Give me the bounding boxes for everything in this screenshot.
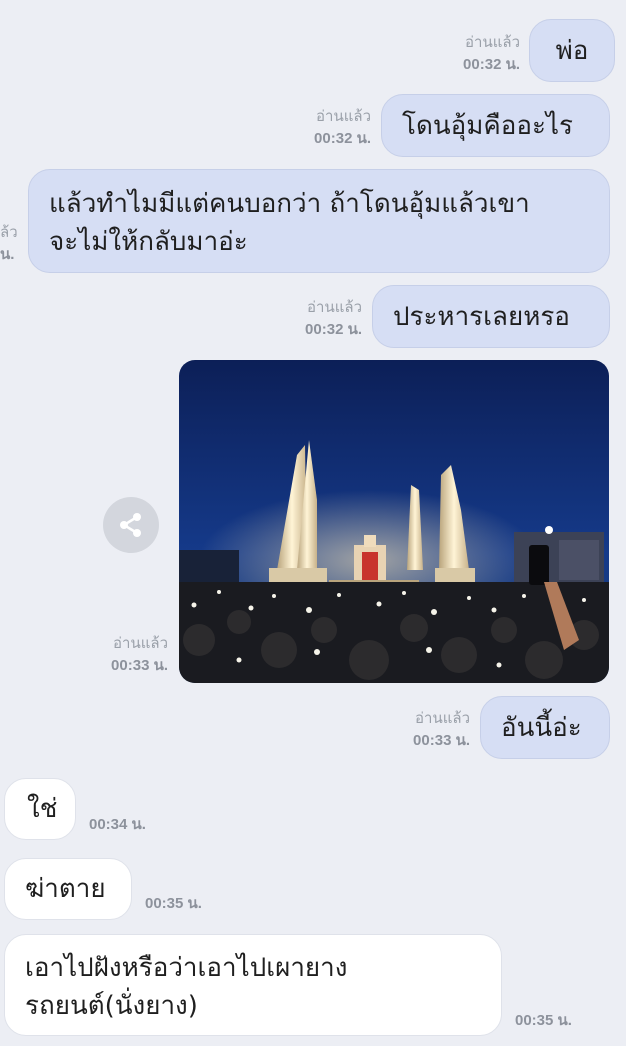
read-receipt: อ่านแล้ว [415,710,470,727]
message-text-line: รถยนต์(นั่งยาง) [25,991,198,1021]
outgoing-message-bubble[interactable]: โดนอุ้มคืออะไร [381,94,610,157]
message-text: อันนี้อ่ะ [501,713,582,743]
message-time: 00:35 น. [145,895,202,912]
message-time: 00:35 น. [515,1012,572,1029]
message-text: ประหารเลยหรอ [393,302,570,332]
outgoing-message-bubble[interactable]: พ่อ [529,19,615,82]
incoming-message-bubble[interactable]: เอาไปฝังหรือว่าเอาไปเผายาง รถยนต์(นั่งยา… [4,934,502,1036]
democracy-monument-night-photo [179,360,609,683]
message-text: โดนอุ้มคืออะไร [402,111,574,141]
message-meta: อ่านแล้ว 00:33 น. [413,708,470,752]
message-text: ใช่ [27,794,58,824]
message-meta: อ่านแล้ว 00:32 น. [314,106,371,150]
message-time: 00:32 น. [305,321,362,338]
read-receipt: อ่านแล้ว [316,108,371,125]
message-time: 00:33 น. [111,657,168,674]
message-text: ฆ่าตาย [25,874,106,904]
message-text-line: เอาไปฝังหรือว่าเอาไปเผายาง [25,953,348,983]
incoming-message-bubble[interactable]: ใช่ [4,778,76,840]
outgoing-message-bubble[interactable]: ประหารเลยหรอ [372,285,610,348]
message-time: น. [0,246,15,263]
read-receipt: อ่านแล้ว [465,34,520,51]
share-button[interactable] [103,497,159,553]
message-time: 00:33 น. [413,732,470,749]
message-time: 00:32 น. [314,130,371,147]
read-receipt: อ่านแล้ว [307,299,362,316]
photo-message[interactable] [179,360,609,683]
message-text: พ่อ [555,36,589,66]
message-meta: อ่านแล้ว 00:32 น. [305,297,362,341]
message-meta: ล้ว น. [0,222,17,266]
message-text-line: แล้วทำไมมีแต่คนบอกว่า ถ้าโดนอุ้มแล้วเขา [49,189,530,219]
message-text-line: จะไม่ให้กลับมาอ่ะ [49,227,248,257]
read-receipt: ล้ว [0,224,17,241]
incoming-message-bubble[interactable]: ฆ่าตาย [4,858,132,920]
message-time: 00:34 น. [89,816,146,833]
read-receipt: อ่านแล้ว [113,635,168,652]
outgoing-message-bubble[interactable]: แล้วทำไมมีแต่คนบอกว่า ถ้าโดนอุ้มแล้วเขา … [28,169,610,273]
outgoing-message-bubble[interactable]: อันนี้อ่ะ [480,696,610,759]
message-meta: อ่านแล้ว 00:33 น. [111,633,168,677]
message-meta: อ่านแล้ว 00:32 น. [463,32,520,76]
share-icon [120,513,141,537]
message-time: 00:32 น. [463,56,520,73]
